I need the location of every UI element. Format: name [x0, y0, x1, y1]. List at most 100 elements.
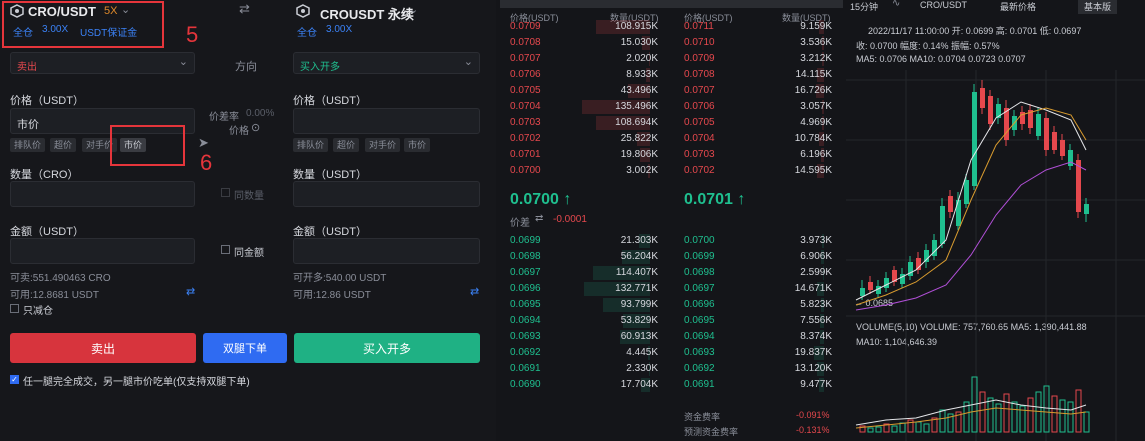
leverage-tag[interactable]: 3.00X: [326, 24, 352, 35]
bid-left-price[interactable]: 0.0694: [510, 314, 541, 328]
ask-left-price[interactable]: 0.0704: [510, 100, 541, 114]
dual-fill-checkbox[interactable]: ✓: [10, 375, 19, 384]
bid-left-qty: 132.771K: [615, 283, 658, 294]
margin-mode-tag[interactable]: 全仓: [297, 24, 317, 39]
bid-right-price[interactable]: 0.0692: [684, 362, 715, 376]
side-select-right[interactable]: 买入开多 ⌄: [293, 52, 480, 74]
predicted-funding-label: 预测资金费率: [684, 427, 739, 437]
bid-left-price[interactable]: 0.0692: [510, 346, 541, 360]
ask-left-qty: 108.694K: [615, 117, 658, 128]
chip-over-left[interactable]: 超价: [50, 138, 77, 152]
bid-left-price[interactable]: 0.0695: [510, 298, 541, 312]
bid-right-price[interactable]: 0.0698: [684, 266, 715, 280]
chip-counter-right[interactable]: 对手价: [365, 138, 401, 152]
ask-right-price[interactable]: 0.0704: [684, 132, 715, 146]
bid-left-price[interactable]: 0.0690: [510, 378, 541, 392]
ask-left-price[interactable]: 0.0707: [510, 52, 541, 66]
bid-right-price[interactable]: 0.0691: [684, 378, 715, 392]
ask-right-price[interactable]: 0.0708: [684, 68, 715, 82]
price-label-left: 价格（USDT）: [10, 95, 84, 107]
ask-left-price[interactable]: 0.0706: [510, 68, 541, 82]
refresh-icon[interactable]: ⇄: [535, 213, 543, 224]
amt-input-right[interactable]: [293, 238, 480, 264]
transfer-icon[interactable]: ⇄: [186, 285, 195, 298]
chevron-down-icon[interactable]: ⌄: [409, 3, 418, 16]
side-select-left[interactable]: 卖出 ⌄: [10, 52, 195, 74]
ask-left-price[interactable]: 0.0703: [510, 116, 541, 130]
ask-right-price[interactable]: 0.0707: [684, 84, 715, 98]
same-qty-checkbox[interactable]: [221, 188, 230, 197]
orderbook-panel: 价格(USDT) 数量(USDT) 价格(USDT) 数量(USDT) 0.07…: [500, 0, 843, 441]
bid-left-qty: 60.913K: [620, 331, 658, 342]
ask-right-qty: 16.726K: [794, 85, 832, 96]
ask-right-price[interactable]: 0.0706: [684, 100, 715, 114]
ask-right-qty: 4.969K: [800, 117, 832, 128]
bid-right-qty: 8.374K: [800, 331, 832, 342]
price-input-right[interactable]: [293, 108, 480, 134]
volume-bar: [987, 397, 994, 433]
chip-queue-right[interactable]: 排队价: [293, 138, 329, 152]
sell-button[interactable]: 卖出: [10, 333, 196, 363]
same-amt-checkbox[interactable]: [221, 245, 230, 254]
ask-right-price[interactable]: 0.0711: [684, 20, 714, 34]
ask-right-price[interactable]: 0.0702: [684, 164, 715, 178]
candle-body: [972, 92, 977, 186]
bid-right-price[interactable]: 0.0694: [684, 330, 715, 344]
amt-label-left: 金额（USDT）: [10, 226, 84, 238]
ask-left-price[interactable]: 0.0705: [510, 84, 541, 98]
chip-over-right[interactable]: 超价: [333, 138, 360, 152]
ask-right-price[interactable]: 0.0703: [684, 148, 715, 162]
chip-market-right[interactable]: 市价: [404, 138, 431, 152]
bid-left-price[interactable]: 0.0699: [510, 234, 541, 248]
bid-left-price[interactable]: 0.0696: [510, 282, 541, 296]
bid-right-price[interactable]: 0.0693: [684, 346, 715, 360]
qty-input-left[interactable]: [10, 181, 195, 207]
swap-icon[interactable]: ⇄: [239, 1, 250, 17]
candle-body: [1076, 160, 1081, 212]
annotation-box-5: [2, 1, 164, 48]
bid-right-price[interactable]: 0.0696: [684, 298, 715, 312]
ask-left-price[interactable]: 0.0700: [510, 164, 541, 178]
buy-long-button[interactable]: 买入开多: [294, 333, 480, 363]
bid-left-price[interactable]: 0.0698: [510, 250, 541, 264]
bid-left-price[interactable]: 0.0691: [510, 362, 541, 376]
ask-right-price[interactable]: 0.0705: [684, 116, 715, 130]
ask-left-price[interactable]: 0.0702: [510, 132, 541, 146]
amt-input-left[interactable]: [10, 238, 195, 264]
bid-right-price[interactable]: 0.0695: [684, 314, 715, 328]
volume-bar: [979, 391, 986, 433]
volume-bar: [875, 426, 882, 433]
info-icon[interactable]: ⊙: [251, 121, 260, 134]
funding-rate-label: 资金费率: [684, 412, 721, 422]
bid-left-qty: 114.407K: [615, 267, 658, 278]
ask-left-price[interactable]: 0.0709: [510, 20, 541, 34]
pair-perpetual[interactable]: CROUSDT 永续: [320, 4, 414, 23]
reduce-only-checkbox[interactable]: [10, 304, 19, 313]
ask-right-qty: 9.159K: [800, 21, 832, 32]
volume-bar: [1011, 401, 1018, 433]
ask-right-price[interactable]: 0.0710: [684, 36, 715, 50]
spread-value: -0.0001: [553, 214, 587, 225]
chip-queue-left[interactable]: 排队价: [10, 138, 46, 152]
bid-right-price[interactable]: 0.0697: [684, 282, 715, 296]
volume-bar: [1067, 401, 1074, 433]
candlestick-chart: [846, 70, 1145, 441]
bid-left-price[interactable]: 0.0697: [510, 266, 541, 280]
volume-bar: [1059, 399, 1066, 433]
qty-input-right[interactable]: [293, 181, 480, 207]
ask-right-qty: 10.784K: [794, 133, 832, 144]
chart-panel: 15分钟 ∿ CRO/USDT 最新价格 基本版 2022/11/17 11:0…: [846, 0, 1145, 441]
bid-right-qty: 2.599K: [800, 267, 832, 278]
transfer-icon[interactable]: ⇄: [470, 285, 479, 298]
volume-bar: [939, 409, 946, 433]
qty-label-right: 数量（USDT）: [293, 169, 367, 181]
volume-bar: [1075, 389, 1082, 433]
candle-body: [884, 278, 889, 288]
ask-right-price[interactable]: 0.0709: [684, 52, 715, 66]
ask-left-price[interactable]: 0.0708: [510, 36, 541, 50]
bid-left-price[interactable]: 0.0693: [510, 330, 541, 344]
dual-order-button[interactable]: 双腿下单: [203, 333, 287, 363]
bid-right-price[interactable]: 0.0700: [684, 234, 715, 248]
ask-left-price[interactable]: 0.0701: [510, 148, 541, 162]
bid-right-price[interactable]: 0.0699: [684, 250, 715, 264]
